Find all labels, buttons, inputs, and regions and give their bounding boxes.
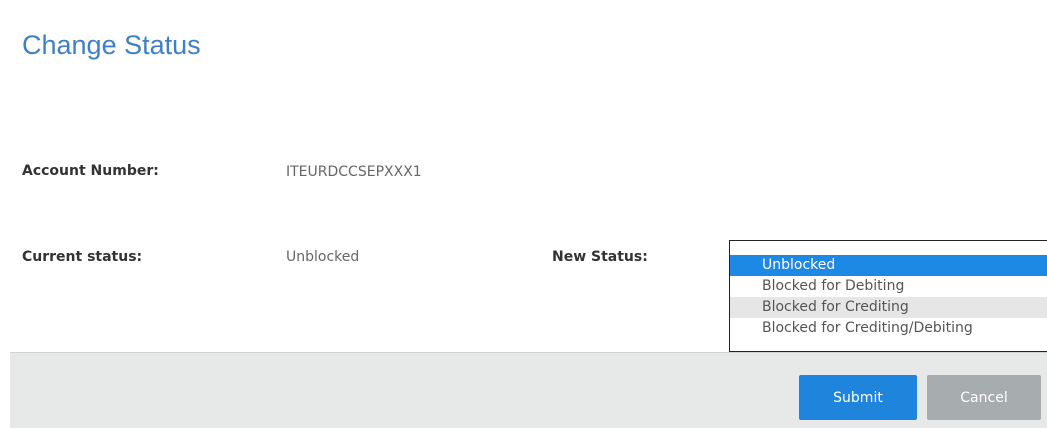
dialog-footer: Submit Cancel — [10, 352, 1047, 428]
status-option-blocked-debiting[interactable]: Blocked for Debiting — [730, 276, 1047, 297]
status-option-blocked-crediting-debiting[interactable]: Blocked for Crediting/Debiting — [730, 318, 1047, 339]
change-status-dialog: Change Status Account Number: ITEURDCCSE… — [10, 8, 1047, 428]
cancel-button[interactable]: Cancel — [927, 375, 1041, 420]
account-number-label: Account Number: — [22, 163, 159, 179]
new-status-listbox[interactable]: Unblocked Blocked for Debiting Blocked f… — [729, 240, 1047, 352]
account-number-value: ITEURDCCSEPXXX1 — [286, 164, 422, 180]
status-option-blocked-crediting[interactable]: Blocked for Crediting — [730, 297, 1047, 318]
new-status-label: New Status: — [552, 249, 648, 265]
current-status-label: Current status: — [22, 249, 143, 265]
submit-button[interactable]: Submit — [799, 375, 917, 420]
dialog-title: Change Status — [22, 30, 201, 60]
current-status-value: Unblocked — [286, 249, 360, 265]
status-option-unblocked[interactable]: Unblocked — [730, 255, 1047, 276]
